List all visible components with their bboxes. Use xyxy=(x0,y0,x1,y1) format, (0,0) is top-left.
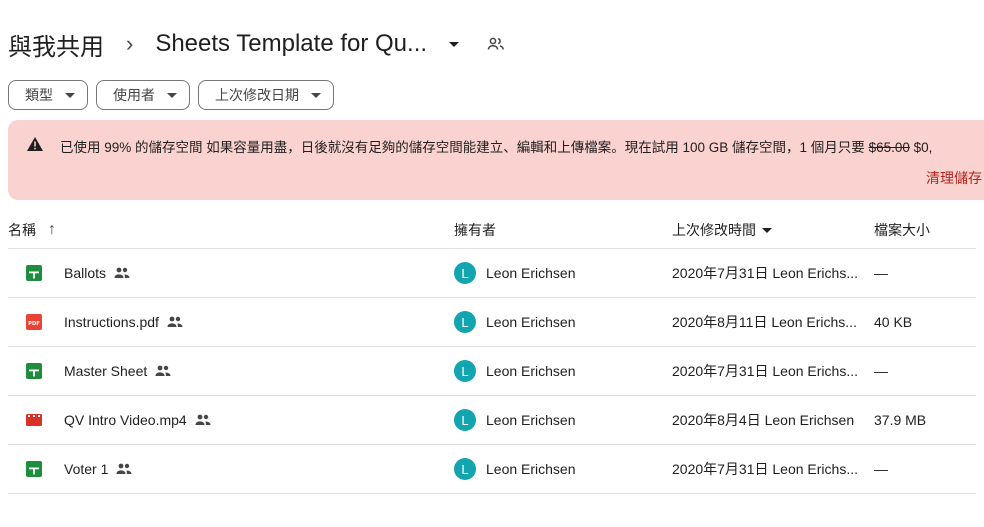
folder-menu-caret-icon[interactable] xyxy=(449,41,460,47)
shared-people-icon xyxy=(487,37,504,50)
breadcrumb-separator: › xyxy=(126,31,134,56)
chevron-down-icon xyxy=(311,92,321,98)
sort-arrow-up-icon[interactable]: ↑ xyxy=(48,221,56,239)
storage-warning-banner: 已使用 99% 的儲存空間 如果容量用盡，日後就沒有足夠的儲存空間能建立、編輯和… xyxy=(8,120,984,200)
old-price: $65.00 xyxy=(868,140,910,155)
size-cell: 37.9 MB xyxy=(874,412,927,428)
shared-people-icon xyxy=(167,316,183,327)
sort-caret-down-icon xyxy=(762,227,772,233)
modified-cell: 2020年7月31日 Leon Erichs... xyxy=(672,265,858,281)
header-size: 檔案大小 xyxy=(874,222,930,238)
drive-shared-folder-page: 與我共用 › Sheets Template for Qu... 類型 使用者 … xyxy=(0,0,984,527)
shared-people-icon xyxy=(114,267,130,278)
file-name-cell: Instructions.pdf xyxy=(64,314,183,330)
svg-text:PDF: PDF xyxy=(28,321,40,327)
owner-cell: L Leon Erichsen xyxy=(454,458,576,480)
header-owner: 擁有者 xyxy=(454,222,496,238)
chevron-down-icon xyxy=(65,92,75,98)
storage-warning-message: 已使用 99% 的儲存空間 如果容量用盡，日後就沒有足夠的儲存空間能建立、編輯和… xyxy=(60,140,865,155)
modified-cell: 2020年7月31日 Leon Erichs... xyxy=(672,363,858,379)
shared-people-icon xyxy=(195,414,211,425)
filter-bar: 類型 使用者 上次修改日期 xyxy=(8,80,334,110)
avatar: L xyxy=(454,458,476,480)
file-name: Instructions.pdf xyxy=(64,314,159,330)
file-name: QV Intro Video.mp4 xyxy=(64,412,187,428)
google-sheets-icon xyxy=(26,461,42,477)
breadcrumb-current-folder[interactable]: Sheets Template for Qu... xyxy=(155,30,505,58)
filter-type-chip[interactable]: 類型 xyxy=(8,80,88,110)
new-price: $0, xyxy=(913,140,933,155)
warning-triangle-icon xyxy=(27,137,43,151)
owner-cell: L Leon Erichsen xyxy=(454,360,576,382)
avatar: L xyxy=(454,262,476,284)
filter-modified-chip[interactable]: 上次修改日期 xyxy=(198,80,334,110)
file-name-cell: QV Intro Video.mp4 xyxy=(64,412,211,428)
file-list: 名稱 ↑ 擁有者 上次修改時間 檔案大小 Ballots L Leon Eric… xyxy=(8,212,976,494)
filter-modified-label: 上次修改日期 xyxy=(215,87,299,103)
google-sheets-icon xyxy=(26,265,42,281)
table-row[interactable]: QV Intro Video.mp4 L Leon Erichsen 2020年… xyxy=(8,396,976,445)
google-sheets-icon xyxy=(26,363,42,379)
size-cell: 40 KB xyxy=(874,314,913,330)
filter-type-label: 類型 xyxy=(25,87,53,103)
filter-people-label: 使用者 xyxy=(113,87,155,103)
owner-name: Leon Erichsen xyxy=(486,412,576,428)
avatar: L xyxy=(454,311,476,333)
owner-name: Leon Erichsen xyxy=(486,363,576,379)
header-modified[interactable]: 上次修改時間 xyxy=(672,220,772,240)
table-row[interactable]: Master Sheet L Leon Erichsen 2020年7月31日 … xyxy=(8,347,976,396)
file-name-cell: Voter 1 xyxy=(64,461,132,477)
filter-people-chip[interactable]: 使用者 xyxy=(96,80,190,110)
breadcrumb-shared-with-me[interactable]: 與我共用 xyxy=(8,27,104,62)
avatar: L xyxy=(454,360,476,382)
size-cell: — xyxy=(874,265,888,281)
table-row[interactable]: PDF Instructions.pdf L Leon Erichsen 202… xyxy=(8,298,976,347)
clean-up-storage-link[interactable]: 清理儲存 xyxy=(926,168,982,188)
shared-people-icon xyxy=(155,365,171,376)
header-modified-label: 上次修改時間 xyxy=(672,222,756,238)
table-row[interactable]: Voter 1 L Leon Erichsen 2020年7月31日 Leon … xyxy=(8,445,976,494)
modified-cell: 2020年7月31日 Leon Erichs... xyxy=(672,461,858,477)
owner-name: Leon Erichsen xyxy=(486,461,576,477)
file-name: Voter 1 xyxy=(64,461,109,477)
storage-warning-text: 已使用 99% 的儲存空間 如果容量用盡，日後就沒有足夠的儲存空間能建立、編輯和… xyxy=(60,136,932,156)
owner-name: Leon Erichsen xyxy=(486,314,576,330)
header-name-label: 名稱 xyxy=(8,222,36,238)
owner-name: Leon Erichsen xyxy=(486,265,576,281)
owner-cell: L Leon Erichsen xyxy=(454,311,576,333)
folder-title: Sheets Template for Qu... xyxy=(155,30,428,57)
file-name: Master Sheet xyxy=(64,363,148,379)
file-list-header: 名稱 ↑ 擁有者 上次修改時間 檔案大小 xyxy=(8,212,976,249)
shared-people-icon xyxy=(116,463,132,474)
file-name: Ballots xyxy=(64,265,107,281)
breadcrumb: 與我共用 › Sheets Template for Qu... xyxy=(8,26,505,62)
table-row[interactable]: Ballots L Leon Erichsen 2020年7月31日 Leon … xyxy=(8,249,976,298)
owner-cell: L Leon Erichsen xyxy=(454,262,576,284)
modified-cell: 2020年8月11日 Leon Erichs... xyxy=(672,314,857,330)
owner-cell: L Leon Erichsen xyxy=(454,409,576,431)
chevron-down-icon xyxy=(167,92,177,98)
avatar: L xyxy=(454,409,476,431)
header-name[interactable]: 名稱 ↑ xyxy=(8,220,56,240)
size-cell: — xyxy=(874,461,888,477)
file-name-cell: Ballots xyxy=(64,265,130,281)
file-name-cell: Master Sheet xyxy=(64,363,171,379)
pdf-file-icon: PDF xyxy=(26,314,42,330)
size-cell: — xyxy=(874,363,888,379)
video-file-icon xyxy=(26,414,42,426)
modified-cell: 2020年8月4日 Leon Erichsen xyxy=(672,412,855,428)
